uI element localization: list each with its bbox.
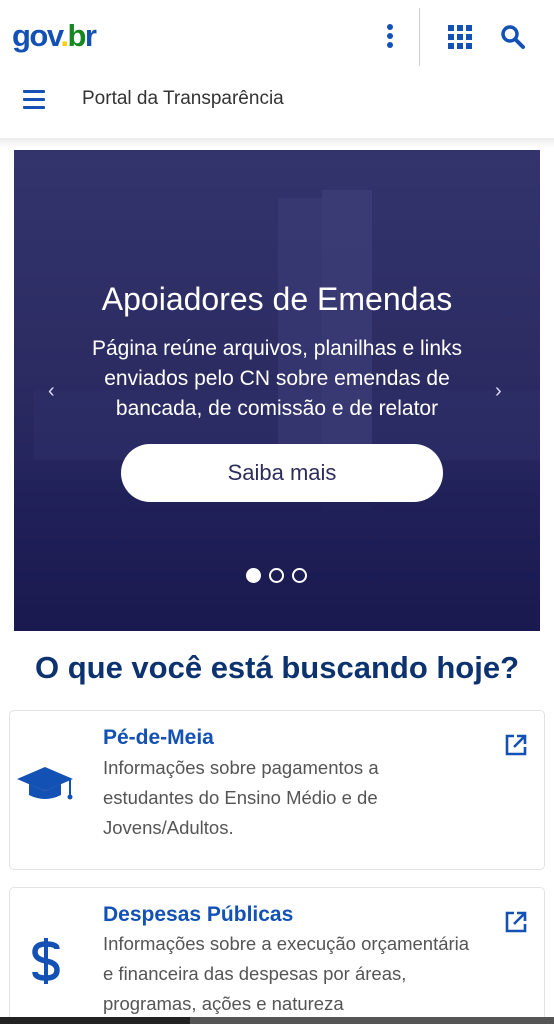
scrollbar-thumb[interactable] (0, 1017, 190, 1024)
carousel-prev-arrow[interactable]: ‹ (48, 380, 55, 403)
apps-grid-icon[interactable] (448, 25, 472, 49)
carousel-next-arrow[interactable]: › (495, 380, 502, 403)
card-description-line: Jovens/Adultos. (103, 817, 234, 838)
external-link-icon[interactable] (504, 910, 528, 934)
card-description-line: programas, ações e natureza (103, 993, 344, 1014)
site-title[interactable]: Portal da Transparência (82, 88, 284, 110)
dollar-sign-icon (30, 936, 62, 991)
hero-banner[interactable]: Apoiadores de Emendas Página reúne arqui… (14, 150, 540, 631)
card-title[interactable]: Despesas Públicas (103, 903, 293, 927)
card-description-line: e financeira das despesas por áreas, (103, 963, 407, 984)
header-shadow (0, 138, 554, 148)
header: gov.br Portal da Transparência (0, 0, 554, 148)
more-vertical-icon[interactable] (378, 22, 402, 50)
carousel-dot-1[interactable] (246, 568, 261, 583)
banner-background-reflection (14, 480, 540, 631)
section-heading: O que você está buscando hoje? (34, 650, 520, 685)
card-description: Informações sobre a execução orçamentári… (103, 929, 543, 1019)
external-link-icon[interactable] (504, 733, 528, 757)
hamburger-menu-icon[interactable] (23, 89, 47, 111)
horizontal-scrollbar[interactable] (0, 1017, 554, 1024)
banner-description: Página reúne arquivos, planilhas e links… (91, 337, 463, 420)
card-description-line: Informações sobre pagamentos a (103, 757, 379, 778)
graduation-cap-icon (15, 765, 75, 810)
header-divider (419, 8, 420, 66)
carousel-dot-3[interactable] (292, 568, 307, 583)
saiba-mais-button[interactable]: Saiba mais (121, 444, 443, 502)
card-description-line: Informações sobre a execução orçamentári… (103, 933, 470, 954)
govbr-logo[interactable]: gov.br (12, 18, 97, 54)
card-despesas-publicas[interactable]: Despesas Públicas Informações sobre a ex… (9, 887, 545, 1024)
banner-title: Apoiadores de Emendas (101, 281, 453, 317)
search-icon[interactable] (500, 24, 526, 50)
card-pe-de-meia[interactable]: Pé-de-Meia Informações sobre pagamentos … (9, 710, 545, 870)
card-description-line: estudantes do Ensino Médio e de (103, 787, 378, 808)
card-description: Informações sobre pagamentos a estudante… (103, 753, 523, 843)
carousel-dot-2[interactable] (269, 568, 284, 583)
card-title[interactable]: Pé-de-Meia (103, 726, 214, 750)
